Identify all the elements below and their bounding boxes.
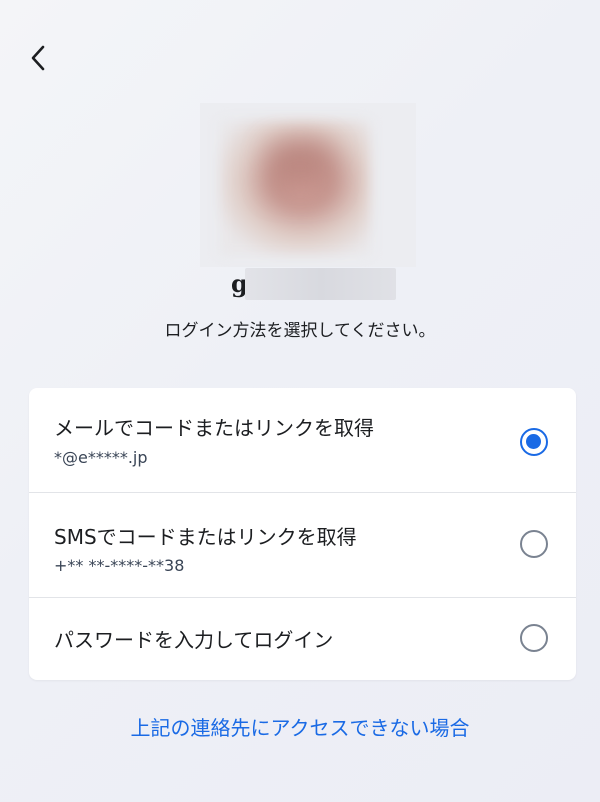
login-options-card: メールでコードまたはリンクを取得 *@e*****.jp SMSでコードまたはリ… <box>29 388 576 680</box>
option-sms-radio[interactable] <box>520 530 548 558</box>
option-email-detail: *@e*****.jp <box>54 448 148 467</box>
username-redaction <box>245 268 396 300</box>
username: g <box>0 266 600 302</box>
option-sms[interactable]: SMSでコードまたはリンクを取得 +** **-****-**38 <box>29 493 576 598</box>
page-subtitle: ログイン方法を選択してください。 <box>164 321 436 341</box>
option-password[interactable]: パスワードを入力してログイン <box>29 598 576 680</box>
avatar <box>200 103 416 267</box>
option-email[interactable]: メールでコードまたはリンクを取得 *@e*****.jp <box>29 388 576 493</box>
option-email-title: メールでコードまたはリンクを取得 <box>54 416 374 440</box>
option-sms-title: SMSでコードまたはリンクを取得 <box>54 525 357 549</box>
back-button[interactable] <box>22 40 54 76</box>
option-password-title: パスワードを入力してログイン <box>54 628 334 652</box>
option-email-radio[interactable] <box>520 428 548 456</box>
cannot-access-link[interactable]: 上記の連絡先にアクセスできない場合 <box>0 712 600 741</box>
chevron-left-icon <box>31 45 45 71</box>
option-sms-detail: +** **-****-**38 <box>54 556 185 575</box>
option-password-radio[interactable] <box>520 624 548 652</box>
